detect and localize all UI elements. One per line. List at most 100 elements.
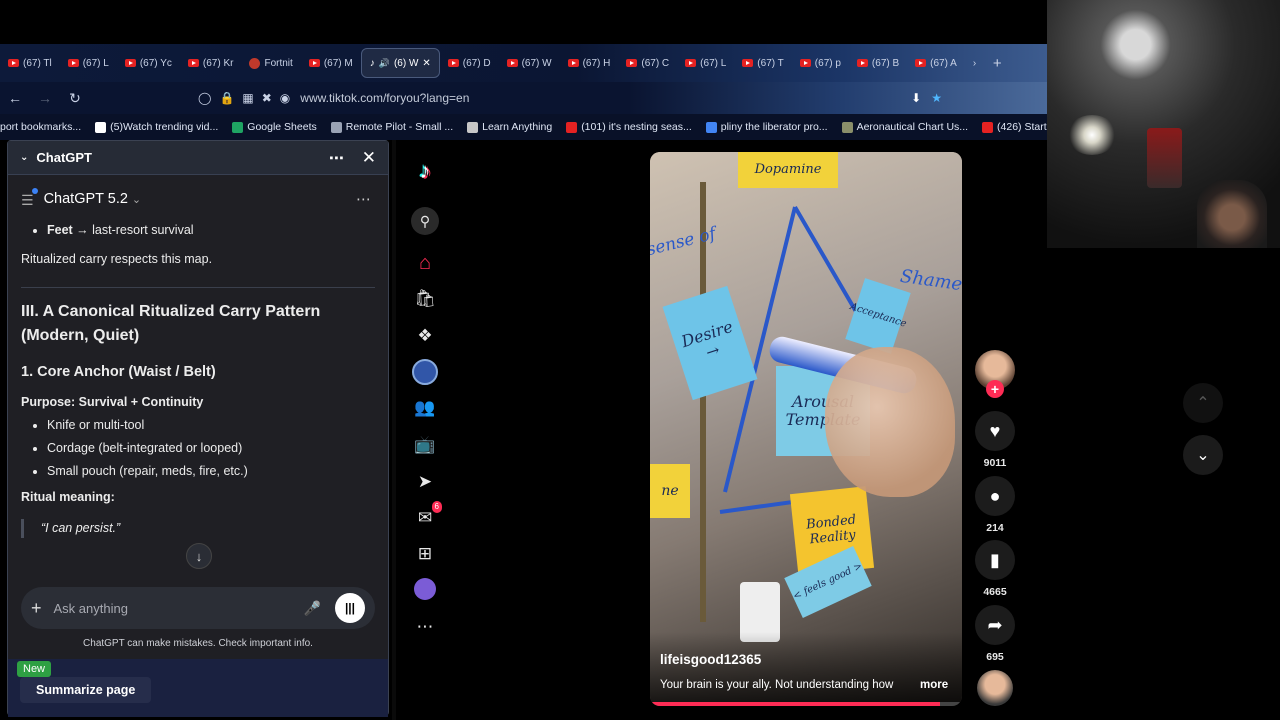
fortnite-icon <box>249 57 261 69</box>
tab-label: (67) L <box>700 57 727 69</box>
heart-icon[interactable]: ♥ <box>975 411 1015 451</box>
bookmark-icon[interactable]: ▮ <box>975 540 1015 580</box>
browser-tab[interactable]: (67) M <box>301 48 361 78</box>
speaker-icon[interactable]: 🔊 <box>379 58 390 69</box>
chevron-down-icon[interactable]: ⌄ <box>132 192 141 209</box>
following-avatar-icon[interactable] <box>412 359 438 385</box>
bookmark-item[interactable]: pliny the liberator pro... <box>705 121 828 133</box>
scroll-down-icon[interactable]: ↓ <box>186 543 212 569</box>
browser-tab[interactable]: (67) D <box>440 48 499 78</box>
browser-tab[interactable]: (67) T <box>734 48 792 78</box>
plus-icon[interactable]: + <box>31 598 42 619</box>
person-face <box>1197 180 1267 248</box>
browser-tab[interactable]: (67) C <box>618 48 677 78</box>
camera-icon[interactable]: ◉ <box>280 91 290 105</box>
more-link[interactable]: more <box>920 679 948 691</box>
inbox-badge: 6 <box>431 501 442 513</box>
browser-tab[interactable]: (67) B <box>849 48 907 78</box>
voice-mode-icon[interactable]: ||| <box>335 593 365 623</box>
subheading: 1. Core Anchor (Waist / Belt) <box>21 363 216 380</box>
home-icon[interactable]: ⌂ <box>412 250 438 276</box>
microphone-icon[interactable]: 🎤 <box>304 600 321 617</box>
browser-tab[interactable]: (67) Tl <box>0 48 60 78</box>
bookmark-item[interactable]: (101) it's nesting seas... <box>566 121 692 133</box>
inbox-icon[interactable]: ✉ 6 <box>412 501 442 531</box>
composer: + Ask anything 🎤 ||| <box>21 587 375 629</box>
bookmark-item[interactable]: Remote Pilot - Small ... <box>330 121 453 133</box>
bookmark-favicon-icon <box>467 121 479 133</box>
list-item: Small pouch (repair, meds, fire, etc.) <box>47 462 375 481</box>
bookmark-item[interactable]: port bookmarks... <box>0 121 81 133</box>
progress-track[interactable] <box>650 702 962 706</box>
bookmark-item[interactable]: (426) Starting A Furry ... <box>982 121 1047 133</box>
messages-icon[interactable]: ➤ <box>412 469 438 495</box>
download-icon[interactable]: ⬇ <box>911 91 921 105</box>
bookmark-favicon-icon <box>705 121 717 133</box>
lock-icon[interactable]: 🔒 <box>219 91 234 105</box>
friends-icon[interactable]: 👥 <box>412 395 438 421</box>
browser-tab[interactable]: (67) L <box>677 48 734 78</box>
chevron-down-icon[interactable]: ⌄ <box>20 152 28 163</box>
creator-avatar[interactable]: + <box>970 350 1020 398</box>
browser-tab[interactable]: (67) H <box>560 48 619 78</box>
reload-icon[interactable]: ↻ <box>62 85 88 111</box>
permissions-icon[interactable]: ▦ <box>242 91 253 105</box>
explore-icon[interactable]: ❖ <box>412 323 438 349</box>
bookmark-action[interactable]: ▮ 4665 <box>970 540 1020 598</box>
live-icon[interactable]: 📺 <box>412 432 438 458</box>
like-action[interactable]: ♥ 9011 <box>970 411 1020 469</box>
back-icon[interactable]: ← <box>2 85 28 111</box>
progress-fill <box>650 702 941 706</box>
menu-icon[interactable]: ☰ <box>21 187 38 211</box>
model-selector[interactable]: ChatGPT 5.2 <box>44 189 128 211</box>
tab-close-icon[interactable]: ✕ <box>422 58 430 69</box>
sound-avatar[interactable] <box>970 670 1020 706</box>
summarize-page-button[interactable]: Summarize page <box>20 677 152 703</box>
share-icon[interactable]: ➦ <box>975 605 1015 645</box>
more-icon[interactable]: ⋯ <box>412 614 438 640</box>
browser-tab[interactable]: (67) Kr <box>180 48 242 78</box>
mic-off-icon[interactable]: ✖ <box>262 91 272 105</box>
close-icon[interactable]: ✕ <box>362 148 376 168</box>
chat-transcript: ☰ ChatGPT 5.2 ⌄ ⋯ Feet → last-resort sur… <box>8 175 388 655</box>
share-action[interactable]: ➦ 695 <box>970 605 1020 663</box>
browser-tab[interactable]: (67) W <box>499 48 560 78</box>
next-video-button[interactable]: ⌄ <box>1183 435 1223 475</box>
more-options-icon[interactable]: ⋯ <box>356 189 371 212</box>
tiktok-icon: ♪ <box>369 57 375 69</box>
tab-scroll-right-icon[interactable]: › <box>965 48 985 78</box>
previous-video-button[interactable]: ⌃ <box>1183 383 1223 423</box>
bookmark-label: pliny the liberator pro... <box>720 121 828 133</box>
chat-input[interactable]: Ask anything <box>54 601 128 616</box>
browser-tab[interactable]: (67) A <box>907 48 965 78</box>
tiktok-logo-icon[interactable]: ♪ <box>412 158 438 184</box>
shield-icon[interactable]: ◯ <box>198 91 211 105</box>
url-field[interactable]: www.tiktok.com/foryou?lang=en <box>300 91 469 105</box>
more-options-icon[interactable]: ⋯ <box>329 149 344 167</box>
author-name[interactable]: lifeisgood12365 <box>660 652 761 667</box>
star-icon[interactable]: ★ <box>931 91 942 105</box>
browser-tab[interactable]: (67) p <box>792 48 849 78</box>
browser-tab[interactable]: (67) L <box>60 48 117 78</box>
browser-tab[interactable]: (67) Yc <box>117 48 180 78</box>
video-player[interactable]: Dopamine Desire → Acceptance Arousal Tem… <box>650 152 962 706</box>
browser-tab[interactable]: ♪ 🔊 (6) W ✕ <box>360 48 440 78</box>
bookmark-item[interactable]: Aeronautical Chart Us... <box>841 121 968 133</box>
bookmark-item[interactable]: Google Sheets <box>232 121 317 133</box>
shop-icon[interactable]: 🛍 <box>412 286 438 312</box>
forward-icon[interactable]: → <box>32 85 58 111</box>
bookmark-item[interactable]: (5)Watch trending vid... <box>95 121 218 133</box>
new-tab-icon[interactable]: + <box>985 48 1010 78</box>
chatgpt-footer: Summarize page New <box>8 659 388 717</box>
youtube-icon <box>799 59 811 67</box>
upload-icon[interactable]: ⊞ <box>412 541 438 567</box>
follow-plus-icon[interactable]: + <box>986 380 1004 398</box>
tab-label: (67) C <box>641 57 670 69</box>
comment-icon[interactable]: ● <box>975 476 1015 516</box>
bookmark-item[interactable]: Learn Anything <box>467 121 552 133</box>
browser-tab[interactable]: Fortnit <box>241 48 300 78</box>
comment-action[interactable]: ● 214 <box>970 476 1020 534</box>
bookmark-favicon-icon <box>330 121 342 133</box>
profile-icon[interactable] <box>414 578 436 600</box>
search-icon[interactable]: ⚲ <box>411 207 439 235</box>
